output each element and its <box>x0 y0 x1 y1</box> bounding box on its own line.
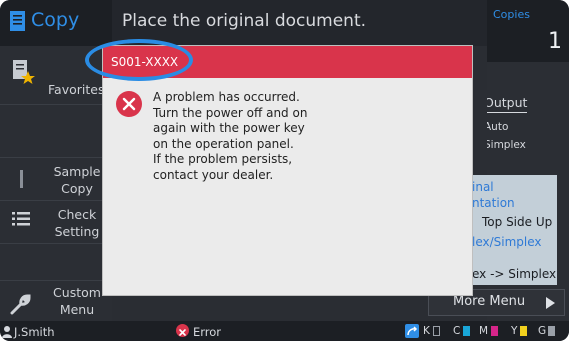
toner-level-k <box>433 326 440 336</box>
duplex-value: ex -> Simplex <box>472 267 557 281</box>
toner-level-m <box>491 326 498 336</box>
sidebar-item-custom-menu[interactable]: Custom Menu <box>0 281 112 321</box>
app-title-area: Copy <box>0 0 112 46</box>
toner-level-c <box>463 326 470 336</box>
error-message-line: If the problem persists, <box>153 152 293 166</box>
error-message-line: contact your dealer. <box>153 167 274 182</box>
arrow-right-icon <box>546 297 555 309</box>
status-error-icon <box>176 324 189 337</box>
error-message-line: A problem has occurred. <box>153 90 300 104</box>
copies-counter[interactable]: Copies 1 <box>487 0 569 62</box>
sidebar-label-check-setting: Check Setting <box>52 206 102 240</box>
document-icon <box>10 11 25 31</box>
favorites-icon <box>13 60 35 84</box>
error-message-line: on the operation panel. <box>153 136 294 151</box>
app-title: Copy <box>31 9 80 31</box>
copy-label-line: Copy <box>61 181 93 196</box>
duplex-label: lex/Simplex <box>472 235 542 249</box>
toner-status-icon[interactable] <box>405 324 419 338</box>
list-icon <box>12 212 30 226</box>
output-value-simplex: Simplex <box>484 139 526 151</box>
more-menu-label: More Menu <box>453 294 526 309</box>
toner-label-g: G <box>538 325 547 337</box>
custom-label-line: Custom <box>53 285 101 300</box>
error-message-line: again with the power key <box>153 121 305 135</box>
sidebar-label-favorites: Favorites <box>48 82 105 97</box>
sidebar-label-sample-copy: Sample Copy <box>52 163 102 197</box>
toner-label-k: K <box>423 325 430 337</box>
sample-label-line: Sample <box>53 164 101 179</box>
error-dialog: S001-XXXX A problem has occurred. Turn t… <box>103 46 472 295</box>
setting-label-line: Setting <box>54 224 100 239</box>
wrench-icon <box>10 294 31 315</box>
status-text: Error <box>193 325 222 339</box>
header-bar: Place the original document. <box>112 0 487 46</box>
copies-label: Copies <box>493 8 530 21</box>
sidebar-item-check-setting[interactable]: Check Setting <box>0 201 112 244</box>
toner-label-m: M <box>479 325 489 337</box>
menu-label-line: Menu <box>59 302 95 317</box>
error-code-highlight <box>85 39 193 81</box>
sample-copy-icon <box>20 170 23 188</box>
user-name[interactable]: J.Smith <box>14 325 55 339</box>
error-icon <box>116 91 142 117</box>
user-icon <box>2 326 12 338</box>
check-label-line: Check <box>57 207 97 222</box>
header-message: Place the original document. <box>122 11 367 31</box>
toner-level-y <box>520 326 527 336</box>
orientation-label-2: ntation <box>472 196 515 210</box>
orientation-label-1: inal <box>472 180 494 194</box>
status-bar: J.Smith Error K C M Y G <box>0 321 569 341</box>
sidebar-item-sample-copy[interactable]: Sample Copy <box>0 158 112 201</box>
sidebar-label-custom-menu: Custom Menu <box>50 284 104 318</box>
toner-label-c: C <box>453 325 461 337</box>
output-value-auto: Auto <box>484 121 509 133</box>
sidebar-empty-slot <box>0 105 112 158</box>
copy-screen: Copy Place the original document. Copies… <box>0 0 569 341</box>
sidebar: Favorites Sample Copy Check Setting Cust… <box>0 46 112 321</box>
error-message-line: Turn the power off and on <box>153 105 308 120</box>
sidebar-empty-slot-2 <box>0 244 112 281</box>
orientation-value: Top Side Up <box>482 215 553 229</box>
toner-level-g <box>548 326 555 336</box>
copies-value: 1 <box>548 29 562 54</box>
error-message: A problem has occurred. Turn the power o… <box>153 90 353 183</box>
toner-label-y: Y <box>511 325 518 337</box>
output-tile[interactable] <box>475 90 487 170</box>
output-label: Output <box>484 95 528 113</box>
